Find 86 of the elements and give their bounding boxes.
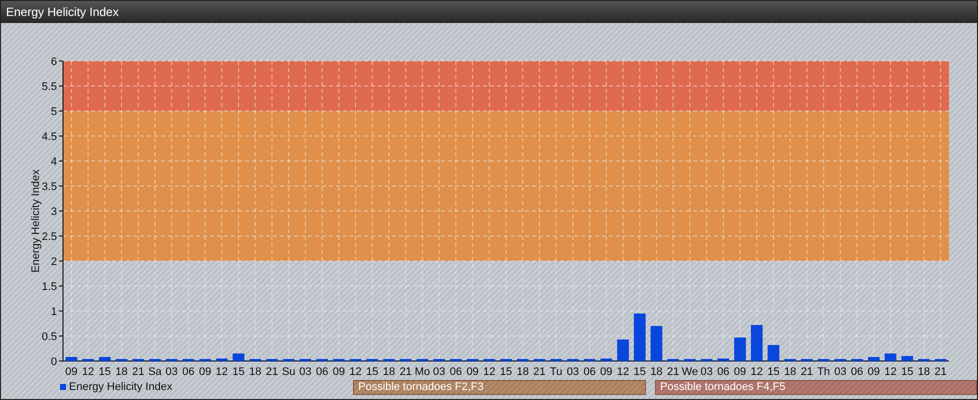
x-tick-label: Th <box>817 366 830 375</box>
x-tick-label: Su <box>282 366 296 375</box>
x-tick-label: 21 <box>667 366 680 375</box>
legend-label: Energy Helicity Index <box>69 381 172 393</box>
y-tick-label: 6 <box>50 56 57 68</box>
bar <box>66 357 78 361</box>
x-tick-label: 03 <box>299 366 312 375</box>
x-tick-label: 03 <box>834 366 846 375</box>
bar <box>650 326 662 361</box>
x-tick-label: 15 <box>232 366 245 375</box>
x-tick-label: 21 <box>266 366 278 375</box>
x-tick-label: 21 <box>533 366 546 375</box>
bar <box>750 325 763 361</box>
x-tick-label: 09 <box>332 366 345 375</box>
x-tick-label: 21 <box>800 366 814 375</box>
x-tick-label: 18 <box>650 366 663 375</box>
x-tick-label: 09 <box>466 366 479 375</box>
y-tick-label: 0 <box>50 356 57 368</box>
x-tick-label: 09 <box>868 366 880 375</box>
x-tick-label: 18 <box>516 366 529 375</box>
x-tick-label: We <box>682 366 698 375</box>
x-tick-label: 18 <box>918 366 930 375</box>
bar <box>734 338 746 361</box>
x-tick-label: 03 <box>566 366 579 375</box>
x-tick-label: 03 <box>700 366 713 375</box>
x-tick-label: 15 <box>901 366 914 375</box>
y-tick-label: 1 <box>50 306 57 318</box>
zone-label: Possible tornadoes F4,F5 <box>655 380 977 394</box>
x-tick-label: 06 <box>850 366 864 375</box>
x-tick-label: 15 <box>98 366 111 375</box>
x-tick-label: 21 <box>132 366 144 375</box>
x-tick-label: 09 <box>198 366 212 375</box>
y-tick-label: 5.5 <box>42 81 57 93</box>
x-tick-label: 12 <box>216 366 228 375</box>
x-tick-label: 21 <box>400 366 412 375</box>
bar <box>617 340 629 361</box>
x-tick-label: 06 <box>450 366 462 375</box>
bar <box>216 358 228 361</box>
y-tick-label: 0.5 <box>42 331 57 343</box>
x-tick-label: 03 <box>433 366 446 375</box>
bar <box>634 314 646 361</box>
x-tick-label: 18 <box>115 366 128 375</box>
x-tick-label: 06 <box>316 366 328 375</box>
x-tick-label: 12 <box>884 366 897 375</box>
y-tick-label: 1.5 <box>42 281 57 293</box>
x-tick-label: 18 <box>249 366 262 375</box>
x-tick-label: 12 <box>616 366 630 375</box>
bar <box>768 345 780 361</box>
bar <box>868 357 880 361</box>
y-axis-title: Energy Helicity Index <box>30 169 42 273</box>
bar <box>884 354 896 361</box>
x-tick-label: 12 <box>483 366 496 375</box>
zone-label: Possible tornadoes F2,F3 <box>353 380 646 394</box>
x-tick-label: 03 <box>166 366 178 375</box>
bar <box>232 354 244 361</box>
y-tick-label: 2 <box>50 256 57 268</box>
x-tick-label: 09 <box>65 366 78 375</box>
x-tick-label: 09 <box>734 366 746 375</box>
y-tick-label: 3.5 <box>42 181 57 193</box>
y-tick-label: 4.5 <box>42 131 57 143</box>
bar <box>901 356 914 361</box>
x-tick-label: Mo <box>414 366 430 375</box>
y-tick-label: 3 <box>50 206 57 218</box>
y-tick-label: 2.5 <box>42 231 57 243</box>
x-tick-label: Tu <box>550 366 562 375</box>
x-tick-label: 06 <box>717 366 730 375</box>
window-title: Energy Helicity Index <box>1 1 977 23</box>
x-tick-label: 15 <box>500 366 512 375</box>
x-tick-label: 15 <box>767 366 780 375</box>
x-tick-label: 12 <box>750 366 763 375</box>
x-tick-label: 12 <box>82 366 94 375</box>
x-tick-label: 15 <box>634 366 646 375</box>
y-tick-label: 5 <box>50 106 57 118</box>
x-tick-label: 21 <box>934 366 947 375</box>
x-tick-label: 15 <box>366 366 378 375</box>
bar <box>98 357 111 361</box>
x-tick-label: 09 <box>600 366 612 375</box>
x-tick-label: Sa <box>148 366 162 375</box>
x-tick-label: 06 <box>182 366 194 375</box>
bar <box>600 358 612 361</box>
y-tick-label: 4 <box>50 156 57 168</box>
bar <box>717 358 730 361</box>
x-tick-label: 18 <box>382 366 396 375</box>
x-tick-label: 12 <box>349 366 362 375</box>
x-tick-label: 18 <box>784 366 796 375</box>
x-tick-label: 06 <box>583 366 596 375</box>
